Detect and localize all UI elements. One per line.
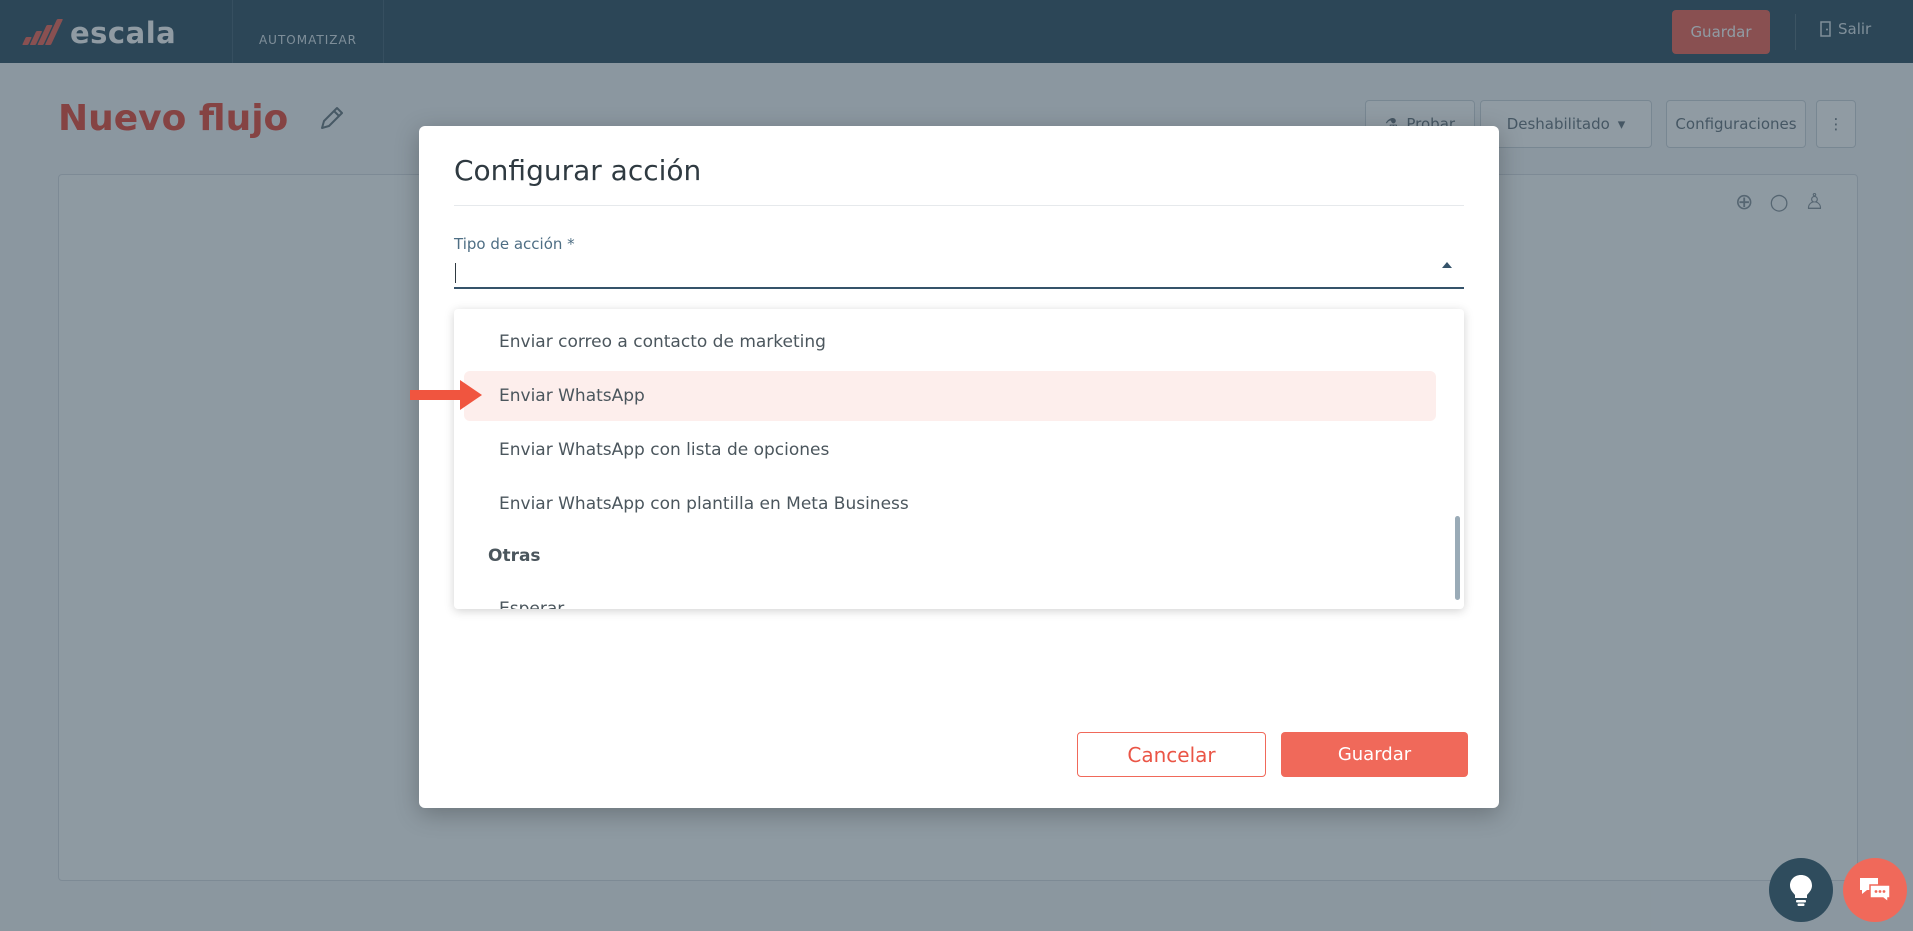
group-header-otras: Otras xyxy=(488,546,541,566)
chat-button[interactable] xyxy=(1843,858,1907,922)
option-enviar-whatsapp-lista[interactable]: Enviar WhatsApp con lista de opciones xyxy=(464,425,1436,475)
dialog-title: Configurar acción xyxy=(454,154,702,187)
action-type-input[interactable] xyxy=(454,254,1464,289)
option-enviar-whatsapp-plantilla[interactable]: Enviar WhatsApp con plantilla en Meta Bu… xyxy=(464,479,1436,529)
dialog-divider xyxy=(454,205,1464,206)
chat-icon xyxy=(1860,878,1891,904)
option-enviar-whatsapp[interactable]: Enviar WhatsApp xyxy=(464,371,1436,421)
arrow-right-icon xyxy=(410,380,482,410)
option-esperar[interactable]: Esperar xyxy=(464,584,1436,609)
dropdown-scrollbar[interactable] xyxy=(1455,516,1460,600)
configure-action-dialog: Configurar acción Tipo de acción * Envia… xyxy=(419,126,1499,808)
save-button[interactable]: Guardar xyxy=(1281,732,1468,777)
option-enviar-correo-marketing[interactable]: Enviar correo a contacto de marketing xyxy=(464,317,1436,367)
tips-button[interactable] xyxy=(1769,858,1833,922)
text-cursor xyxy=(455,263,456,283)
action-type-dropdown: Enviar correo a contacto de marketing En… xyxy=(454,309,1464,609)
lightbulb-icon xyxy=(1790,875,1812,906)
caret-up-icon[interactable] xyxy=(1442,262,1452,268)
action-type-label: Tipo de acción * xyxy=(454,235,575,253)
cancel-button[interactable]: Cancelar xyxy=(1077,732,1266,777)
